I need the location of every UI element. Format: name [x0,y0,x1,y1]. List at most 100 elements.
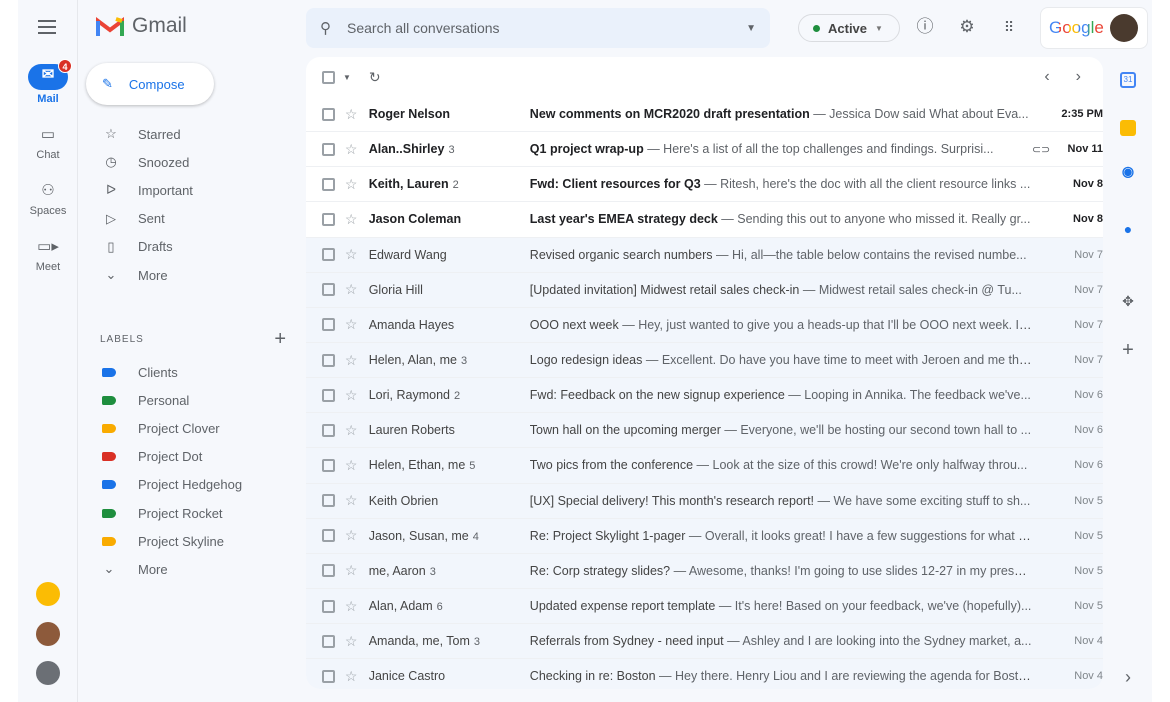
rail-item-meet[interactable]: ▭▸ Meet [18,236,78,273]
email-row[interactable]: ☆ Lori, Raymond 2 Fwd: Feedback on the ne… [306,378,1103,414]
email-row[interactable]: ☆ Helen, Alan, me 3 Logo redesign ideas —… [306,342,1103,379]
row-checkbox[interactable] [322,494,335,508]
email-row[interactable]: ☆ Jason Coleman Last year's EMEA strateg… [306,202,1103,238]
rail-item-chat[interactable]: ▭ Chat [18,124,78,161]
search-input[interactable]: Search all conversations [347,20,500,36]
row-checkbox[interactable] [322,142,335,156]
sender-name: Jason Coleman [368,212,462,227]
row-checkbox[interactable] [322,669,335,683]
rail-item-spaces[interactable]: ⚇ Spaces [18,180,78,217]
nav-item-drafts[interactable]: ▯ Drafts [88,233,294,261]
rail-item-mail[interactable]: ✉ 4 Mail [18,59,78,105]
main-menu-icon[interactable] [38,20,56,34]
add-label-button[interactable]: + [274,328,286,351]
label-item[interactable]: Project Clover [88,414,294,442]
star-icon[interactable]: ☆ [345,106,361,123]
row-checkbox[interactable] [322,599,335,613]
snippet: Hi, all—the table below contains the rev… [731,247,1027,262]
nav-item-snoozed[interactable]: ◷ Snoozed [88,148,294,176]
email-row[interactable]: ☆ me, Aaron 3 Re: Corp strategy slides? —… [306,553,1103,589]
label-item[interactable]: Project Dot [88,443,294,471]
row-checkbox[interactable] [322,212,335,226]
row-checkbox[interactable] [322,423,335,437]
gmail-logo[interactable]: Gmail [96,14,187,38]
addons-icon[interactable]: ✥ [1117,290,1139,312]
apps-grid-icon[interactable]: ⠿ [998,16,1020,38]
row-checkbox[interactable] [322,177,335,191]
row-checkbox[interactable] [322,634,335,648]
row-checkbox[interactable] [322,318,335,332]
nav-item-important[interactable]: ᐅ Important [88,176,294,204]
star-icon[interactable]: ☆ [345,387,361,404]
newer-icon[interactable]: ‹ [1044,68,1049,86]
label-item[interactable]: Clients [88,358,294,386]
email-row[interactable]: ☆ Janice Castro Checking in re: Boston —… [306,659,1103,689]
star-icon[interactable]: ☆ [345,422,361,439]
star-icon[interactable]: ☆ [345,562,361,579]
avatar[interactable] [36,582,60,606]
email-row[interactable]: ☆ Keith Obrien [UX] Special delivery! Th… [306,483,1103,519]
row-checkbox[interactable] [322,388,335,402]
row-checkbox[interactable] [322,458,335,472]
star-icon[interactable]: ☆ [345,527,361,544]
email-row[interactable]: ☆ Alan, Adam 6 Updated expense report tem… [306,588,1103,625]
keep-icon[interactable] [1120,120,1136,136]
email-row[interactable]: ☆ Lauren Roberts Town hall on the upcomi… [306,413,1103,449]
email-row[interactable]: ☆ Roger Nelson New comments on MCR2020 d… [306,97,1103,133]
account-button[interactable]: Google [1040,7,1148,49]
label-item[interactable]: Project Rocket [88,499,294,527]
row-checkbox[interactable] [322,248,335,262]
email-row[interactable]: ☆ Alan..Shirley 3 Q1 project wrap-up — He… [306,132,1103,168]
star-icon[interactable]: ☆ [345,352,361,369]
star-icon[interactable]: ☆ [345,211,361,228]
email-row[interactable]: ☆ Keith, Lauren 2 Fwd: Client resources f… [306,167,1103,203]
email-row[interactable]: ☆ Amanda Hayes OOO next week — Hey, just… [306,307,1103,343]
nav-item-starred[interactable]: ☆ Starred [88,120,294,148]
star-icon[interactable]: ☆ [345,633,361,650]
star-icon[interactable]: ☆ [345,141,361,158]
message-preview: Checking in re: Boston — Hey there. Henr… [530,669,1032,683]
search-bar[interactable]: ⚲ Search all conversations ▼ [306,8,770,48]
expand-panel-icon[interactable]: › [1117,666,1139,688]
star-icon[interactable]: ☆ [345,492,361,509]
star-icon[interactable]: ☆ [345,176,361,193]
label-item[interactable]: Project Skyline [88,527,294,555]
email-row[interactable]: ☆ Gloria Hill [Updated invitation] Midwe… [306,272,1103,308]
label-item[interactable]: Project Hedgehog [88,471,294,499]
star-icon[interactable]: ☆ [345,668,361,685]
search-options-icon[interactable]: ▼ [746,23,756,34]
email-row[interactable]: ☆ Edward Wang Revised organic search num… [306,237,1103,273]
calendar-icon[interactable]: 31 [1120,72,1136,88]
star-icon[interactable]: ☆ [345,598,361,615]
refresh-icon[interactable]: ↻ [369,69,381,86]
star-icon[interactable]: ☆ [345,281,361,298]
select-all-checkbox[interactable] [322,70,335,84]
labels-more[interactable]: ⌄ More [88,555,294,583]
star-icon[interactable]: ☆ [345,457,361,474]
settings-icon[interactable]: ⚙ [956,16,978,38]
email-row[interactable]: ☆ Jason, Susan, me 4 Re: Project Skylight… [306,518,1103,554]
nav-item-sent[interactable]: ▷ Sent [88,205,294,233]
compose-button[interactable]: ✎ Compose [86,63,214,105]
label-item[interactable]: Personal [88,386,294,414]
help-icon[interactable]: ⓘ [914,16,936,38]
contacts-icon[interactable]: ● [1117,218,1139,240]
row-checkbox[interactable] [322,564,335,578]
row-checkbox[interactable] [322,529,335,543]
search-icon[interactable]: ⚲ [320,19,331,37]
avatar[interactable] [36,622,60,646]
star-icon[interactable]: ☆ [345,316,361,333]
row-checkbox[interactable] [322,283,335,297]
add-addon-icon[interactable]: + [1117,339,1139,361]
email-row[interactable]: ☆ Helen, Ethan, me 5 Two pics from the co… [306,448,1103,484]
select-dropdown-icon[interactable]: ▼ [343,73,351,82]
row-checkbox[interactable] [322,353,335,367]
nav-item-more[interactable]: ⌄ More [88,261,294,289]
avatar[interactable] [36,661,60,685]
older-icon[interactable]: › [1076,68,1081,86]
email-row[interactable]: ☆ Amanda, me, Tom 3 Referrals from Sydney… [306,624,1103,660]
star-icon[interactable]: ☆ [345,246,361,263]
status-dropdown[interactable]: Active ▼ [798,14,900,42]
row-checkbox[interactable] [322,107,335,121]
tasks-icon[interactable]: ◉ [1117,160,1139,182]
